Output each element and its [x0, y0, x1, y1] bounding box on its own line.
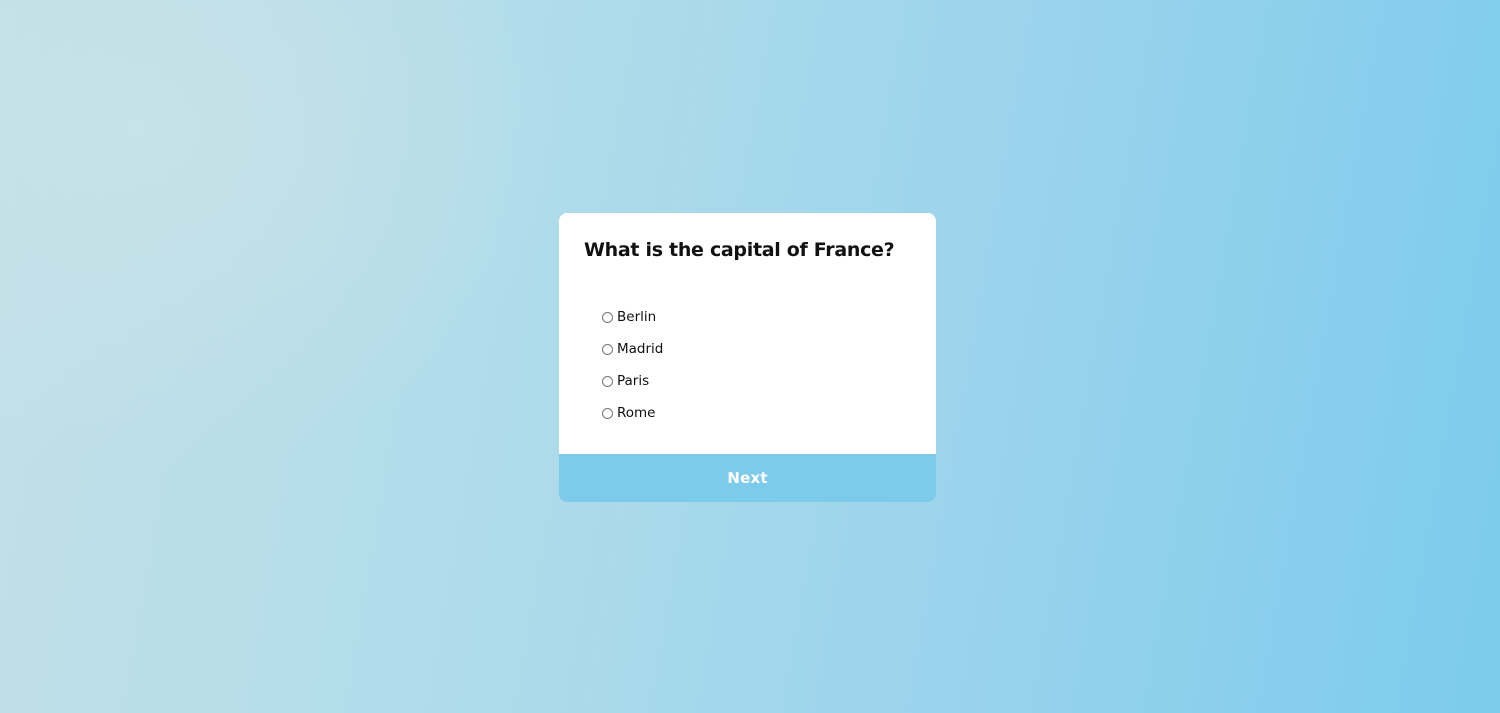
answer-label: Paris [617, 373, 650, 389]
answer-options: Berlin Madrid Paris Rome [602, 301, 663, 429]
radio-rome[interactable] [602, 407, 613, 419]
next-button[interactable]: Next [559, 454, 936, 502]
answer-option-madrid[interactable]: Madrid [602, 333, 663, 365]
answer-label: Madrid [617, 341, 664, 357]
radio-paris[interactable] [602, 375, 613, 387]
quiz-card: What is the capital of France? Berlin Ma… [559, 213, 936, 502]
answer-option-berlin[interactable]: Berlin [602, 301, 663, 333]
question-text: What is the capital of France? [584, 239, 895, 261]
radio-madrid[interactable] [602, 343, 613, 355]
answer-option-rome[interactable]: Rome [602, 397, 663, 429]
radio-berlin[interactable] [602, 311, 613, 323]
answer-label: Berlin [617, 309, 657, 325]
answer-option-paris[interactable]: Paris [602, 365, 663, 397]
answer-label: Rome [617, 405, 656, 421]
